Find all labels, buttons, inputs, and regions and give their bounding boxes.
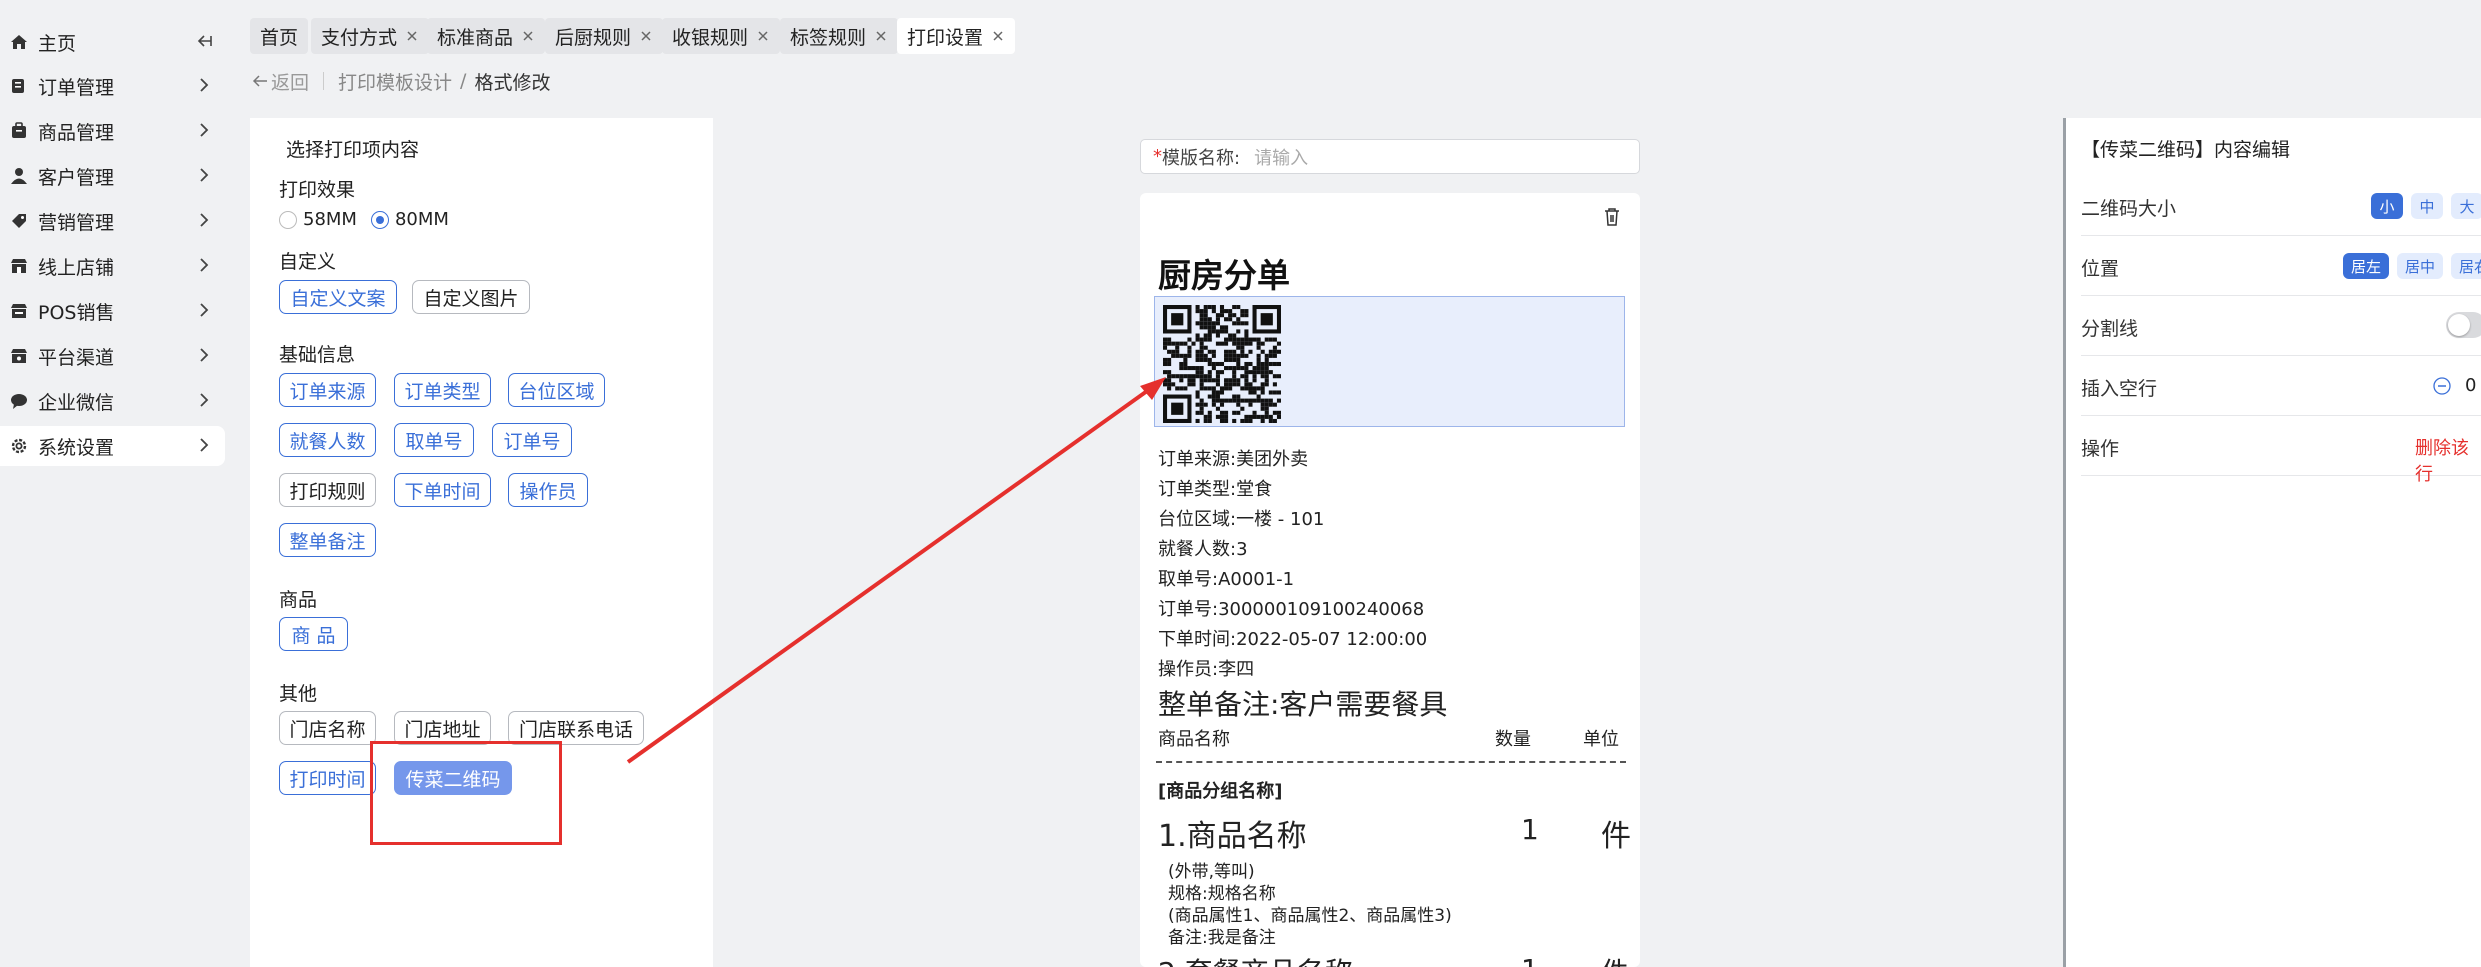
annotation-arrow [626,377,1166,764]
